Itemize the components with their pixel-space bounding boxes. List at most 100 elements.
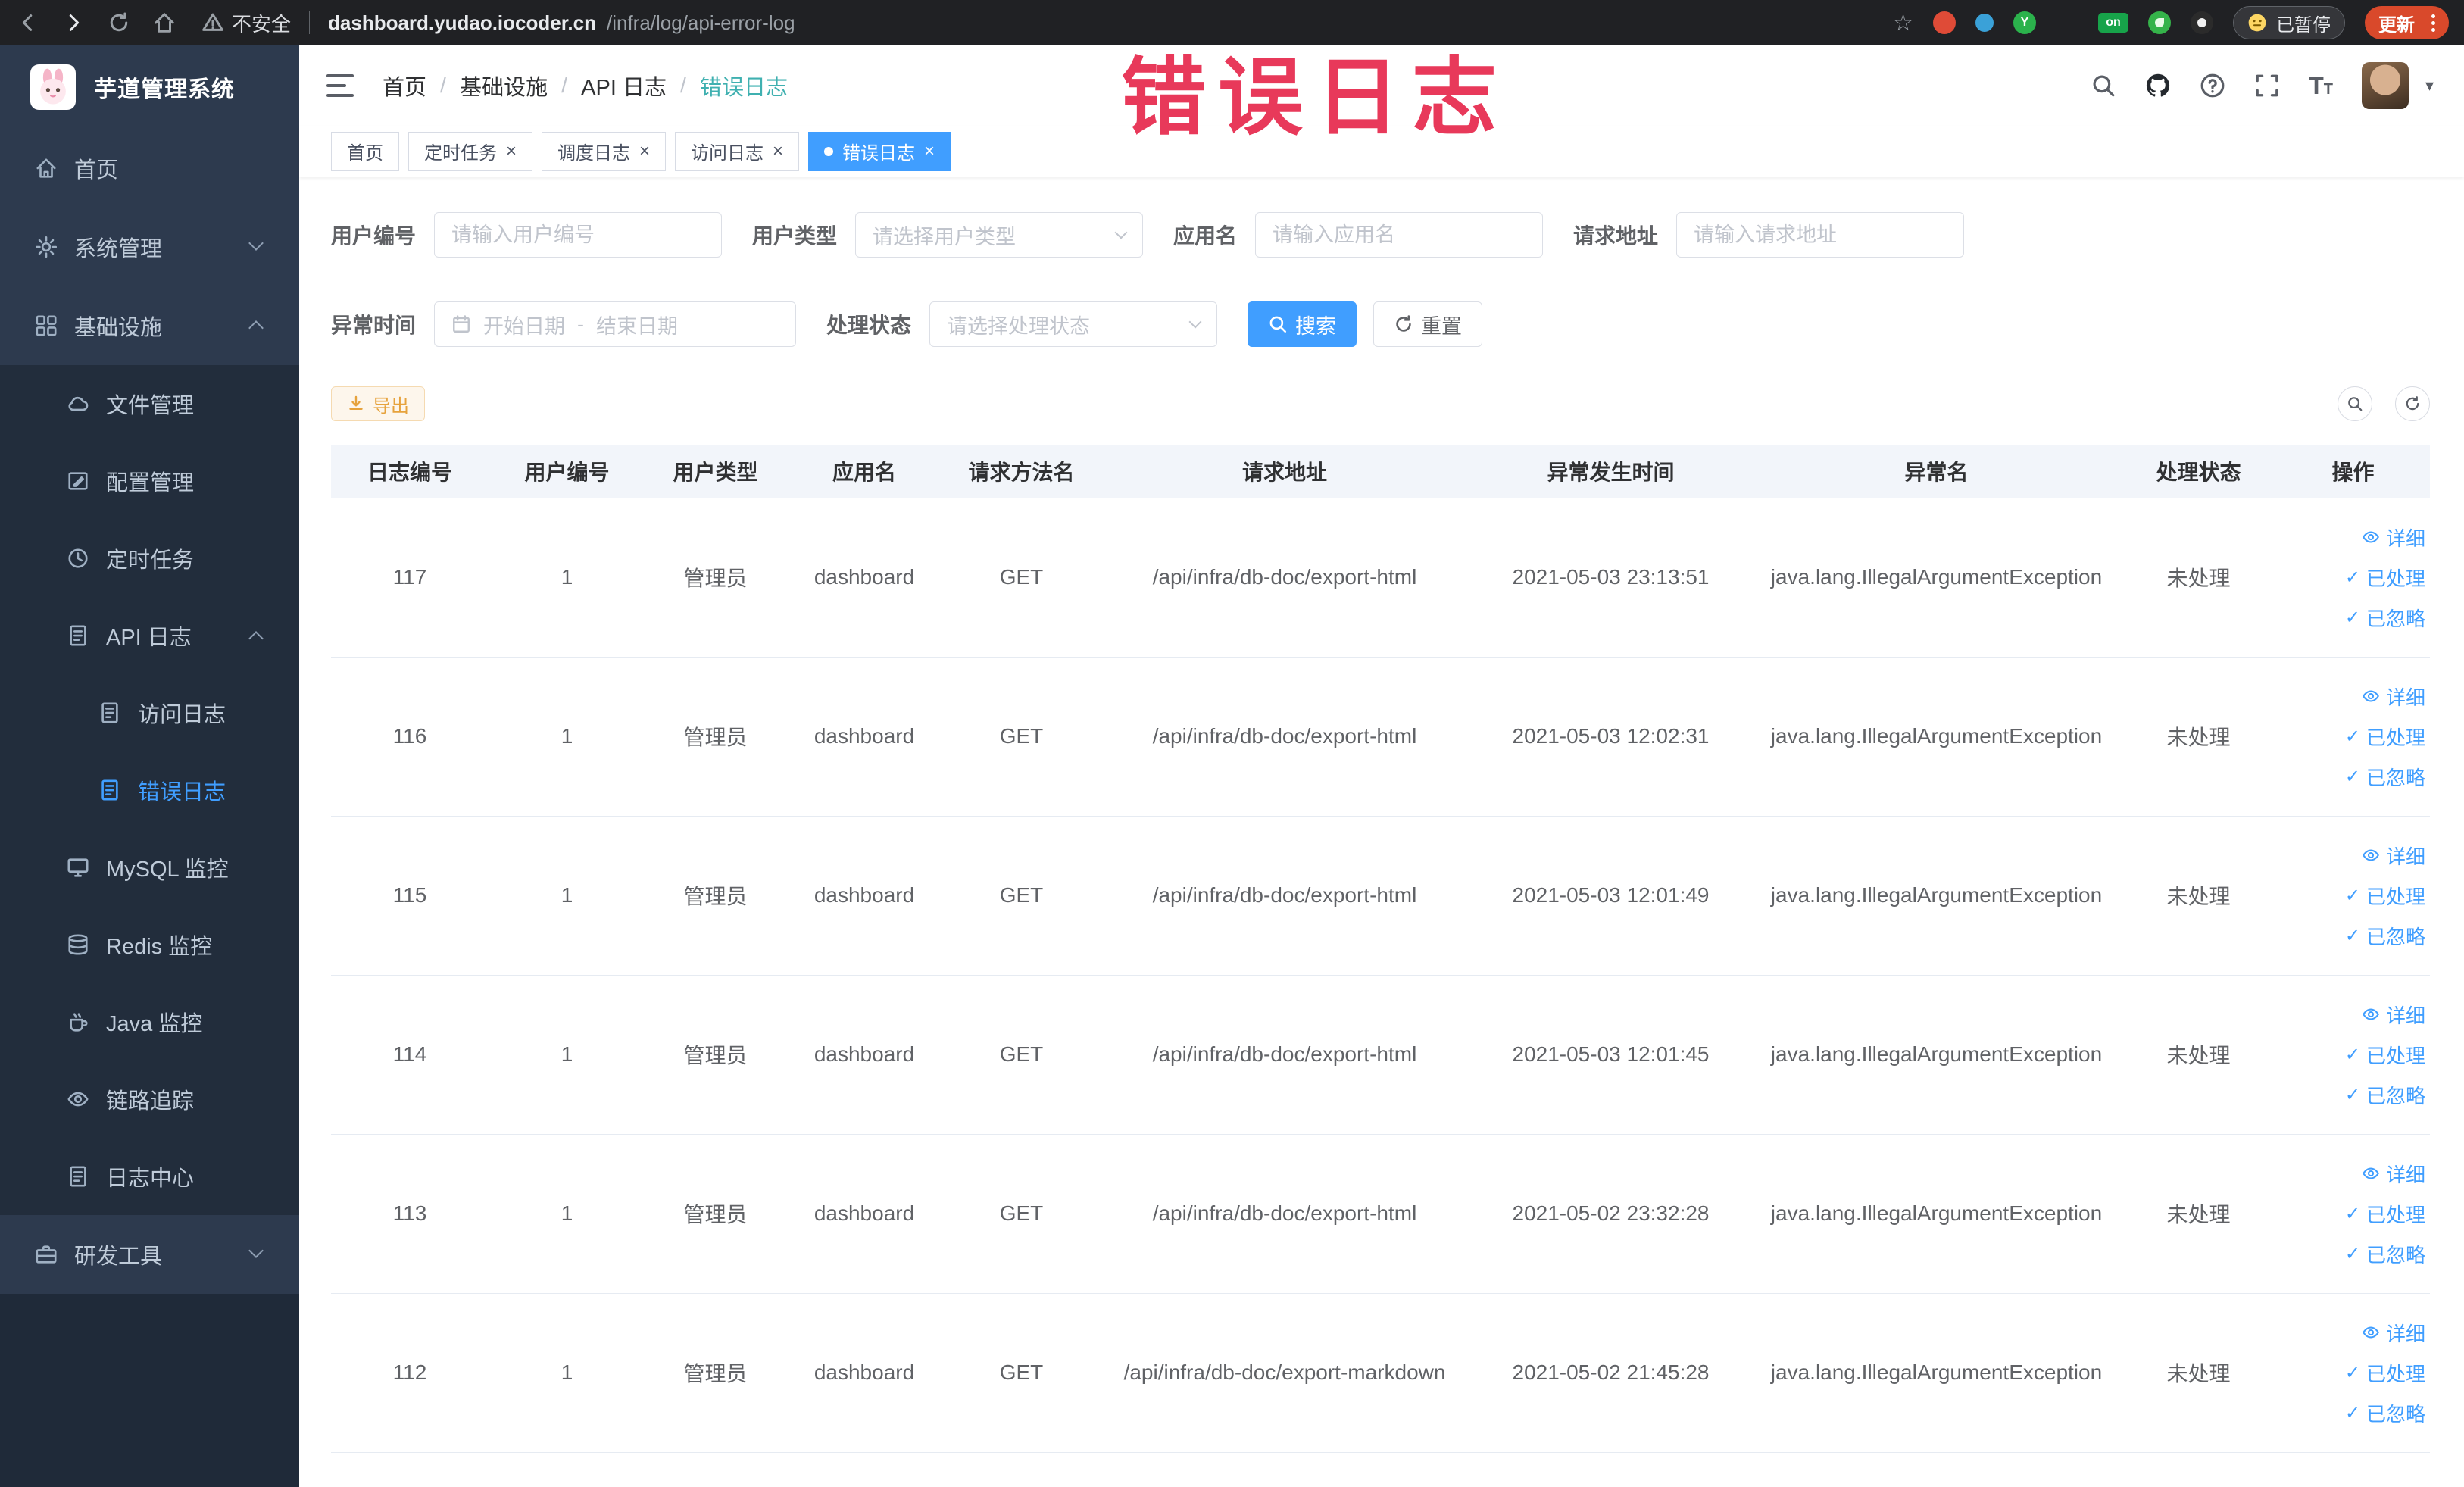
breadcrumb-home[interactable]: 首页: [383, 70, 426, 102]
home-icon[interactable]: [153, 11, 176, 34]
avatar-caret-icon[interactable]: ▾: [2425, 76, 2434, 95]
sidebar-item-trace[interactable]: 链路追踪: [0, 1061, 299, 1138]
exception-time-range-picker[interactable]: 开始日期 - 结束日期: [434, 301, 797, 347]
tab-dispatch-log[interactable]: 调度日志 ×: [542, 131, 667, 171]
security-chip[interactable]: 不安全: [201, 9, 291, 37]
close-icon[interactable]: ×: [639, 142, 650, 161]
ignored-link[interactable]: ✓ 已忽略: [2345, 763, 2425, 791]
tab-error-log[interactable]: 错误日志 ×: [808, 131, 951, 171]
refresh-button[interactable]: [2395, 386, 2430, 421]
fullscreen-icon[interactable]: [2254, 73, 2280, 98]
search-icon: [1269, 316, 1287, 333]
clock-icon: [68, 548, 88, 568]
process-status-select[interactable]: 请选择处理状态: [929, 301, 1218, 347]
ignored-link[interactable]: ✓ 已忽略: [2345, 1081, 2425, 1109]
avatar[interactable]: [2361, 62, 2409, 109]
check-icon: ✓: [2344, 1402, 2360, 1423]
sidebar-item-mysql-monitor[interactable]: MySQL 监控: [0, 829, 299, 906]
close-icon[interactable]: ×: [506, 142, 517, 161]
sidebar-item-access-log[interactable]: 访问日志: [0, 674, 299, 751]
processed-link[interactable]: ✓ 已处理: [2345, 1200, 2425, 1228]
tab-access-log[interactable]: 访问日志 ×: [675, 131, 800, 171]
help-icon[interactable]: [2200, 73, 2225, 98]
sidebar-item-error-log[interactable]: 错误日志: [0, 751, 299, 829]
sidebar-item-dev-tools[interactable]: 研发工具: [0, 1215, 299, 1294]
sidebar-item-api-log[interactable]: API 日志: [0, 597, 299, 674]
extension-icon-green-y[interactable]: Y: [2013, 11, 2036, 34]
tab-home[interactable]: 首页: [331, 131, 399, 171]
detail-link[interactable]: 详细: [2362, 523, 2425, 551]
col-method: 请求方法名: [943, 445, 1100, 498]
paused-badge[interactable]: 已暂停: [2233, 6, 2345, 39]
sidebar-item-redis-monitor[interactable]: Redis 监控: [0, 906, 299, 983]
extension-icon-grid[interactable]: [2056, 11, 2078, 34]
extension-icon-on-badge[interactable]: on: [2098, 13, 2128, 33]
processed-link[interactable]: ✓ 已处理: [2345, 1359, 2425, 1387]
extension-icon-leaf[interactable]: [2148, 11, 2171, 34]
log-doc-icon: [101, 779, 118, 801]
check-icon: ✓: [2344, 607, 2360, 628]
search-icon[interactable]: [2091, 73, 2116, 98]
tab-scheduled-tasks[interactable]: 定时任务 ×: [408, 131, 533, 171]
request-url-input[interactable]: [1676, 212, 1965, 258]
warning-icon: [202, 13, 223, 31]
processed-link[interactable]: ✓ 已处理: [2345, 882, 2425, 910]
detail-link[interactable]: 详细: [2362, 1319, 2425, 1347]
user-type-select[interactable]: 请选择用户类型: [855, 212, 1144, 258]
extension-icon-red[interactable]: [1933, 11, 1956, 34]
collapse-menu-icon[interactable]: [326, 74, 354, 97]
log-doc-icon: [70, 1166, 86, 1187]
search-button[interactable]: 搜索: [1248, 301, 1357, 347]
browser-menu-icon[interactable]: [2431, 14, 2435, 32]
forward-icon[interactable]: [62, 11, 85, 34]
ignored-link[interactable]: ✓ 已忽略: [2345, 922, 2425, 950]
eye-icon: [2363, 1008, 2379, 1020]
search-icon: [2348, 397, 2363, 411]
font-size-icon[interactable]: TT: [2309, 72, 2333, 100]
sidebar-item-log-center[interactable]: 日志中心: [0, 1138, 299, 1215]
search-toggle-button[interactable]: [2338, 386, 2372, 421]
detail-link[interactable]: 详细: [2362, 683, 2425, 711]
address-bar[interactable]: 不安全 dashboard.yudao.iocoder.cn/infra/log…: [201, 9, 795, 37]
detail-link[interactable]: 详细: [2362, 842, 2425, 870]
user-id-input[interactable]: [434, 212, 723, 258]
col-exception-time: 异常发生时间: [1469, 445, 1752, 498]
ignored-link[interactable]: ✓ 已忽略: [2345, 1240, 2425, 1268]
sidebar-item-home[interactable]: 首页: [0, 129, 299, 208]
check-icon: ✓: [2344, 1044, 2360, 1065]
breadcrumb-infrastructure[interactable]: 基础设施: [460, 70, 548, 102]
processed-link[interactable]: ✓ 已处理: [2345, 564, 2425, 592]
detail-link[interactable]: 详细: [2362, 1160, 2425, 1188]
calendar-icon: [453, 315, 470, 333]
reload-icon[interactable]: [108, 11, 130, 34]
reset-button[interactable]: 重置: [1373, 301, 1483, 347]
processed-link[interactable]: ✓ 已处理: [2345, 723, 2425, 751]
col-status: 处理状态: [2121, 445, 2276, 498]
app-name-input[interactable]: [1255, 212, 1544, 258]
sidebar-item-scheduled-tasks[interactable]: 定时任务: [0, 520, 299, 597]
chevron-up-icon: [248, 631, 264, 646]
col-log-id: 日志编号: [331, 445, 489, 498]
sidebar-item-config-management[interactable]: 配置管理: [0, 442, 299, 520]
detail-link[interactable]: 详细: [2362, 1001, 2425, 1029]
check-icon: ✓: [2344, 925, 2360, 946]
check-icon: ✓: [2344, 567, 2360, 588]
extension-icon-blue[interactable]: [1975, 14, 1994, 32]
sidebar-item-system-management[interactable]: 系统管理: [0, 208, 299, 286]
close-icon[interactable]: ×: [924, 142, 935, 161]
sidebar-item-file-management[interactable]: 文件管理: [0, 365, 299, 442]
processed-link[interactable]: ✓ 已处理: [2345, 1041, 2425, 1069]
extension-icon-dark[interactable]: [2191, 11, 2213, 34]
update-button[interactable]: 更新: [2365, 6, 2449, 39]
breadcrumb-api-log[interactable]: API 日志: [581, 70, 667, 102]
sidebar-item-infrastructure[interactable]: 基础设施: [0, 286, 299, 365]
table-row: 113 1 管理员 dashboard GET /api/infra/db-do…: [331, 1134, 2430, 1294]
bookmark-star-icon[interactable]: ☆: [1893, 10, 1913, 36]
github-icon[interactable]: [2145, 73, 2171, 98]
ignored-link[interactable]: ✓ 已忽略: [2345, 1399, 2425, 1427]
ignored-link[interactable]: ✓ 已忽略: [2345, 604, 2425, 632]
sidebar-item-java-monitor[interactable]: Java 监控: [0, 983, 299, 1061]
close-icon[interactable]: ×: [773, 142, 783, 161]
back-icon[interactable]: [17, 11, 39, 34]
export-button[interactable]: 导出: [331, 386, 425, 421]
